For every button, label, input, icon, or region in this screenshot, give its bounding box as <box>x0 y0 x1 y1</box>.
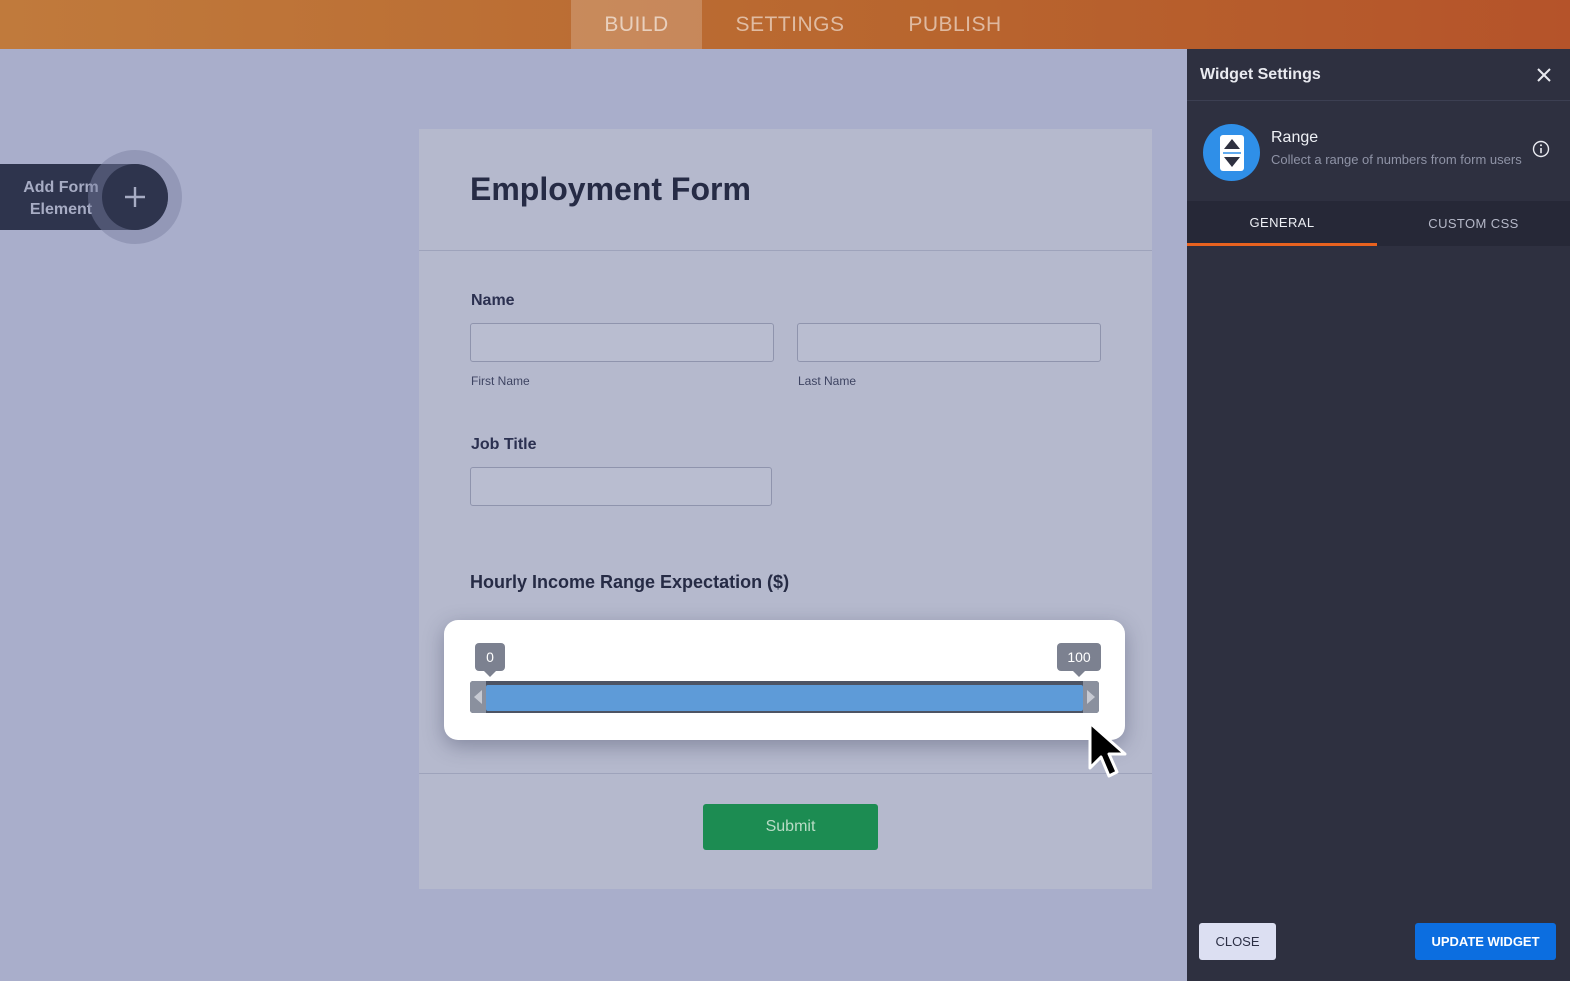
range-stepper-icon <box>1219 134 1244 171</box>
job-title-label: Job Title <box>471 436 537 453</box>
form-title[interactable]: Employment Form <box>470 171 751 208</box>
submit-button[interactable]: Submit <box>703 804 878 850</box>
tab-build[interactable]: BUILD <box>571 0 702 49</box>
job-title-input[interactable] <box>470 467 772 506</box>
range-widget[interactable]: 0 100 <box>444 620 1125 740</box>
range-max-handle[interactable] <box>1083 681 1099 713</box>
widget-name: Range <box>1271 129 1319 146</box>
panel-tabs: GENERAL CUSTOM CSS <box>1187 201 1570 246</box>
form-card: Employment Form Name First Name Last Nam… <box>419 129 1152 889</box>
name-label: Name <box>471 292 515 309</box>
widget-settings-panel: Widget Settings Range Collect a range of… <box>1187 49 1570 981</box>
range-slider-track[interactable] <box>470 681 1099 713</box>
widget-description: Collect a range of numbers from form use… <box>1271 152 1522 167</box>
top-bar: BUILD SETTINGS PUBLISH <box>0 0 1570 49</box>
triangle-left-icon <box>474 690 482 704</box>
triangle-right-icon <box>1087 690 1095 704</box>
first-name-input[interactable] <box>470 323 774 362</box>
update-widget-button[interactable]: UPDATE WIDGET <box>1415 923 1556 960</box>
range-widget-icon <box>1203 124 1260 181</box>
panel-title: Widget Settings <box>1200 66 1321 83</box>
range-min-handle[interactable] <box>470 681 486 713</box>
tab-general[interactable]: GENERAL <box>1187 201 1377 246</box>
close-icon[interactable] <box>1535 66 1553 84</box>
last-name-input[interactable] <box>797 323 1101 362</box>
form-header: Employment Form <box>419 129 1152 251</box>
range-label: Hourly Income Range Expectation ($) <box>470 572 790 592</box>
range-max-tooltip: 100 <box>1057 643 1101 677</box>
tab-publish[interactable]: PUBLISH <box>878 0 1032 49</box>
panel-header: Widget Settings <box>1187 49 1570 101</box>
tab-custom-css[interactable]: CUSTOM CSS <box>1377 201 1570 246</box>
form-footer-divider <box>419 773 1152 774</box>
info-icon[interactable] <box>1532 140 1550 158</box>
range-min-tooltip: 0 <box>475 643 505 677</box>
add-element-plus-button[interactable] <box>102 164 168 230</box>
tab-settings[interactable]: SETTINGS <box>702 0 878 49</box>
last-name-sublabel: Last Name <box>798 374 857 388</box>
close-button[interactable]: CLOSE <box>1199 923 1276 960</box>
mouse-cursor-icon <box>1088 721 1127 778</box>
builder-canvas: Add Form Element Employment Form Name Fi… <box>0 49 1187 981</box>
plus-icon <box>125 187 145 207</box>
first-name-sublabel: First Name <box>471 374 530 388</box>
range-slider-fill <box>486 685 1083 711</box>
top-nav: BUILD SETTINGS PUBLISH <box>571 0 1032 49</box>
